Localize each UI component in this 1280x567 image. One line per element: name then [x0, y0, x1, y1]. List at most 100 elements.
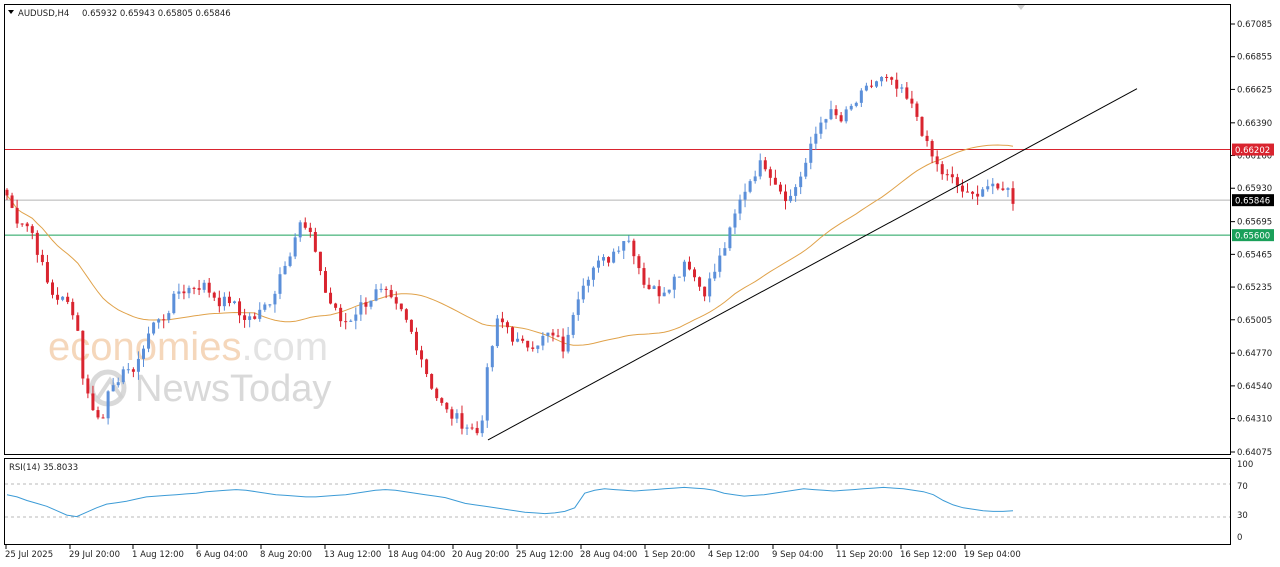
- candle-body: [869, 85, 873, 87]
- candle-body: [56, 294, 60, 300]
- time-tick-label: 16 Sep 12:00: [900, 550, 957, 560]
- time-tick-label: 18 Aug 04:00: [388, 550, 445, 560]
- candle-body: [859, 90, 863, 103]
- candle-body: [844, 109, 848, 122]
- candle-body: [581, 285, 585, 300]
- candle-body: [662, 292, 666, 297]
- time-tick-label: 8 Aug 20:00: [260, 550, 312, 560]
- candle-body: [834, 109, 838, 116]
- candle-body: [212, 292, 216, 298]
- candle-body: [349, 320, 353, 322]
- candle-body: [490, 346, 494, 368]
- price-tick-label: 0.67085: [1237, 20, 1272, 30]
- price-tick-label: 0.66390: [1237, 119, 1272, 129]
- price-tick-label: 0.65235: [1237, 283, 1272, 293]
- candle-body: [950, 174, 954, 178]
- time-tick-label: 20 Aug 20:00: [452, 550, 509, 560]
- ohlc-values: 0.65932 0.65943 0.65805 0.65846: [82, 9, 231, 19]
- candle-body: [106, 391, 110, 419]
- candle-body: [61, 296, 65, 300]
- candle-body: [248, 316, 252, 320]
- candle-body: [556, 335, 560, 337]
- candle-body: [253, 316, 257, 319]
- time-tick-label: 1 Aug 12:00: [132, 550, 184, 560]
- rsi-tick-label: 100: [1237, 460, 1253, 470]
- candle-body: [657, 286, 661, 297]
- candle-body: [627, 240, 631, 242]
- time-tick-label: 19 Sep 04:00: [964, 550, 1021, 560]
- candle-body: [531, 347, 535, 349]
- candle-body: [177, 291, 181, 294]
- candle-body: [364, 302, 368, 307]
- candle-body: [86, 378, 90, 394]
- candle-body: [768, 169, 772, 178]
- candle-body: [66, 296, 70, 302]
- candle-body: [875, 81, 879, 87]
- candle-body: [445, 402, 449, 410]
- rsi-line: [6, 486, 1014, 518]
- candle-body: [339, 307, 343, 322]
- candle-body: [369, 300, 373, 307]
- candle-body: [809, 143, 813, 163]
- candle-body: [642, 268, 646, 285]
- candle-body: [76, 315, 80, 331]
- candle-body: [753, 176, 757, 182]
- dropdown-triangle-icon[interactable]: [8, 10, 14, 14]
- candle-body: [359, 302, 363, 315]
- ascending-trendline[interactable]: [487, 88, 1138, 441]
- candle-body: [652, 286, 656, 289]
- current-level-label: 0.65846: [1235, 197, 1270, 207]
- candle-body: [966, 191, 970, 193]
- candle-body: [1006, 188, 1010, 190]
- price-tick-label: 0.64310: [1237, 415, 1272, 425]
- candle-body: [1001, 188, 1005, 190]
- candle-body: [748, 181, 752, 192]
- candle-body: [698, 277, 702, 287]
- candle-body: [460, 413, 464, 429]
- candle-body: [622, 241, 626, 251]
- candle-body: [511, 327, 515, 342]
- candle-body: [334, 303, 338, 308]
- price-tick-label: 0.65695: [1237, 218, 1272, 228]
- candle-body: [167, 313, 171, 321]
- candle-body: [986, 186, 990, 190]
- candle-body: [283, 265, 287, 275]
- rsi-tick-label: 70: [1237, 482, 1248, 492]
- symbol-label: AUDUSD,H4: [18, 9, 69, 19]
- candle-body: [313, 231, 317, 252]
- candle-body: [996, 183, 1000, 189]
- candle-body: [561, 336, 565, 352]
- candle-body: [571, 314, 575, 335]
- time-tick-label: 9 Sep 04:00: [772, 550, 823, 560]
- price-tick-label: 0.64540: [1237, 382, 1272, 392]
- candle-body: [450, 409, 454, 419]
- candle-body: [940, 164, 944, 175]
- candle-body: [900, 87, 904, 89]
- candle-body: [703, 286, 707, 297]
- candle-body: [687, 261, 691, 270]
- candle-body: [420, 350, 424, 360]
- moving-average-line: [6, 144, 1014, 346]
- candle-body: [91, 393, 95, 411]
- candle-body: [399, 303, 403, 310]
- candle-body: [197, 288, 201, 290]
- candle-body: [192, 287, 196, 289]
- watermark-newstoday: NewsToday: [135, 368, 331, 410]
- candle-body: [425, 359, 429, 375]
- level-lines: [5, 149, 1230, 236]
- candle-body: [182, 291, 186, 294]
- candle-body: [516, 338, 520, 342]
- candle-body: [738, 199, 742, 214]
- candle-body: [389, 289, 393, 298]
- candle-body: [207, 282, 211, 293]
- candle-body: [784, 191, 788, 202]
- chart-header: AUDUSD,H4 0.65932 0.65943 0.65805 0.6584…: [8, 9, 231, 19]
- candle-body: [409, 319, 413, 332]
- candle-body: [682, 261, 686, 277]
- candle-body: [778, 184, 782, 192]
- price-tick-label: 0.66625: [1237, 85, 1272, 95]
- candle-body: [713, 271, 717, 279]
- time-tick-label: 6 Aug 04:00: [196, 550, 248, 560]
- candle-body: [773, 177, 777, 185]
- candle-body: [323, 271, 327, 293]
